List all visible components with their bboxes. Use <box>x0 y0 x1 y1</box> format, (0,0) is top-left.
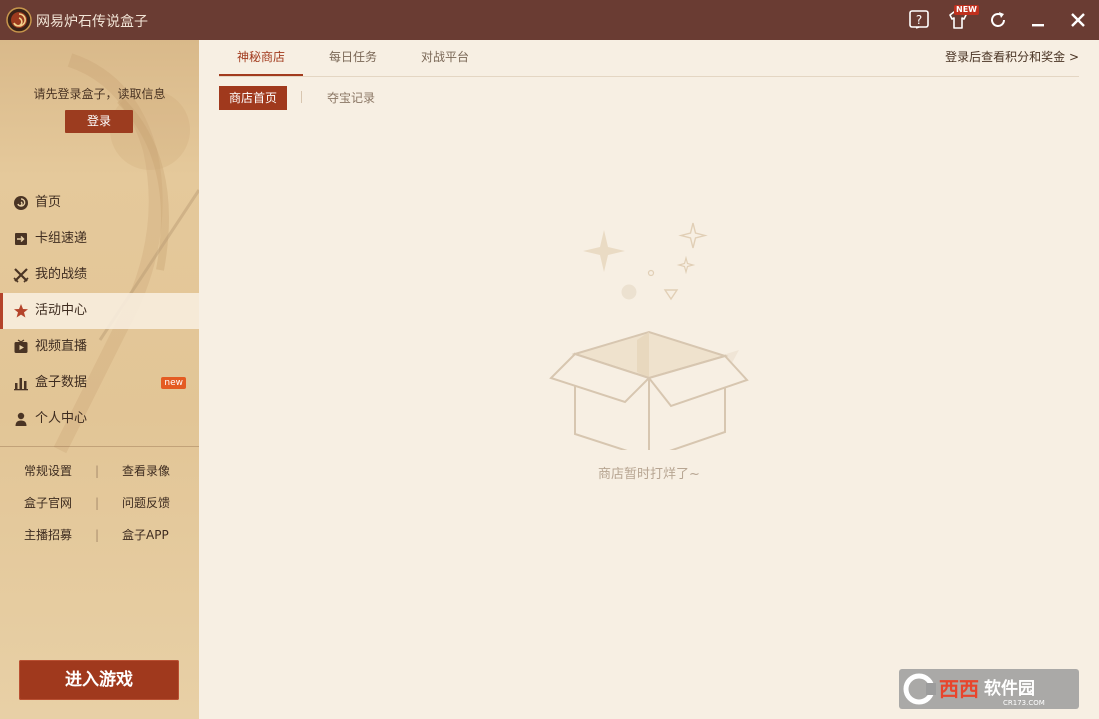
sidebar-item-label: 我的战绩 <box>35 267 88 282</box>
sidebar-item-live-video[interactable]: 视频直播 <box>0 329 199 365</box>
svg-text:西西: 西西 <box>939 677 979 701</box>
link-separator: | <box>95 464 100 478</box>
refresh-icon[interactable] <box>986 8 1010 32</box>
help-icon[interactable]: ? <box>907 8 931 32</box>
empty-state-text: 商店暂时打烊了~ <box>598 467 700 482</box>
tab-mystery-shop[interactable]: 神秘商店 <box>219 40 303 76</box>
tab-daily-tasks[interactable]: 每日任务 <box>319 40 387 74</box>
svg-text:软件园: 软件园 <box>984 678 1035 699</box>
sidebar: 请先登录盒子，读取信息 登录 首页 卡组速递 我的战绩 活动中心 视频直播 盒子… <box>0 40 199 719</box>
link-streamer-recruit[interactable]: 主播招募 <box>24 519 72 551</box>
video-icon <box>13 339 29 355</box>
empty-box-illustration <box>549 222 749 450</box>
new-badge: new <box>161 377 186 389</box>
sidebar-item-label: 视频直播 <box>35 339 88 354</box>
swirl-icon <box>13 195 29 211</box>
sidebar-item-deck-express[interactable]: 卡组速递 <box>0 221 199 257</box>
tab-battle-platform[interactable]: 对战平台 <box>411 40 479 74</box>
sidebar-item-label: 首页 <box>35 195 62 210</box>
link-row: 常规设置 | 查看录像 <box>0 455 199 487</box>
link-feedback[interactable]: 问题反馈 <box>122 487 170 519</box>
sidebar-item-label: 个人中心 <box>35 411 88 426</box>
login-button[interactable]: 登录 <box>65 110 133 133</box>
login-tip: 请先登录盒子，读取信息 <box>33 87 166 101</box>
sidebar-nav: 首页 卡组速递 我的战绩 活动中心 视频直播 盒子数据 new 个人中心 <box>0 185 199 437</box>
sidebar-links: 常规设置 | 查看录像 盒子官网 | 问题反馈 主播招募 | 盒子APP <box>0 455 199 551</box>
star-icon <box>13 303 29 319</box>
site-watermark-logo: 西西 软件园 CR173.COM <box>899 669 1079 709</box>
sidebar-item-label: 卡组速递 <box>35 231 88 246</box>
subtab-treasure-record[interactable]: 夺宝记录 <box>327 86 375 110</box>
sidebar-item-label: 盒子数据 <box>35 375 88 390</box>
close-icon[interactable] <box>1066 8 1090 32</box>
link-separator: | <box>95 528 100 542</box>
new-tag: NEW <box>954 5 979 15</box>
crossed-swords-icon <box>13 267 29 283</box>
person-icon <box>13 411 29 427</box>
title-bar: 网易炉石传说盒子 ? NEW <box>0 0 1099 40</box>
login-points-link[interactable]: 登录后查看积分和奖金 > <box>945 40 1079 74</box>
sidebar-item-label: 活动中心 <box>35 303 88 318</box>
sidebar-item-my-record[interactable]: 我的战绩 <box>0 257 199 293</box>
app-title: 网易炉石传说盒子 <box>36 14 148 30</box>
link-official-site[interactable]: 盒子官网 <box>24 487 72 519</box>
link-view-replay[interactable]: 查看录像 <box>122 455 170 487</box>
deck-export-icon <box>13 231 29 247</box>
sidebar-item-home[interactable]: 首页 <box>0 185 199 221</box>
subtab-divider <box>301 91 302 103</box>
hearthstone-logo-icon <box>6 7 32 33</box>
sidebar-item-personal-center[interactable]: 个人中心 <box>0 401 199 437</box>
link-row: 盒子官网 | 问题反馈 <box>0 487 199 519</box>
minimize-icon[interactable] <box>1026 8 1050 32</box>
enter-game-button[interactable]: 进入游戏 <box>19 660 179 700</box>
sidebar-divider <box>0 446 199 447</box>
link-separator: | <box>95 496 100 510</box>
bar-chart-icon <box>13 375 29 391</box>
link-row: 主播招募 | 盒子APP <box>0 519 199 551</box>
svg-text:?: ? <box>916 13 922 27</box>
link-box-app[interactable]: 盒子APP <box>122 519 169 551</box>
sidebar-item-box-data[interactable]: 盒子数据 new <box>0 365 199 401</box>
main-content: 神秘商店 每日任务 对战平台 登录后查看积分和奖金 > 商店首页 夺宝记录 商店… <box>199 40 1099 719</box>
svg-text:CR173.COM: CR173.COM <box>1003 699 1045 707</box>
subtab-shop-home[interactable]: 商店首页 <box>219 86 287 110</box>
tab-bar: 神秘商店 每日任务 对战平台 登录后查看积分和奖金 > <box>219 40 1079 77</box>
link-general-settings[interactable]: 常规设置 <box>24 455 72 487</box>
sidebar-item-activity-center[interactable]: 活动中心 <box>0 293 199 329</box>
